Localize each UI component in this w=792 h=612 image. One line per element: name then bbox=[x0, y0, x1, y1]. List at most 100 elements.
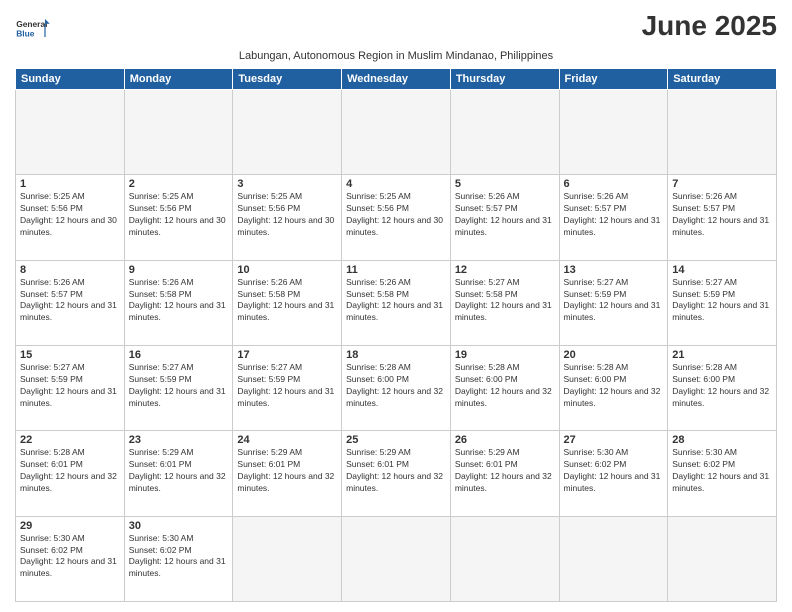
day-info: Sunrise: 5:28 AM Sunset: 6:01 PM Dayligh… bbox=[20, 447, 120, 495]
calendar-header-row: Sunday Monday Tuesday Wednesday Thursday… bbox=[16, 69, 777, 90]
calendar-cell: 8 Sunrise: 5:26 AM Sunset: 5:57 PM Dayli… bbox=[16, 260, 125, 345]
calendar-week-row: 15 Sunrise: 5:27 AM Sunset: 5:59 PM Dayl… bbox=[16, 345, 777, 430]
day-info: Sunrise: 5:25 AM Sunset: 5:56 PM Dayligh… bbox=[20, 191, 120, 239]
sunset-label: Sunset: 6:01 PM bbox=[237, 459, 300, 469]
sunset-label: Sunset: 6:02 PM bbox=[672, 459, 735, 469]
day-number: 15 bbox=[20, 349, 120, 361]
day-info: Sunrise: 5:28 AM Sunset: 6:00 PM Dayligh… bbox=[564, 362, 664, 410]
subtitle: Labungan, Autonomous Region in Muslim Mi… bbox=[15, 50, 777, 62]
sunset-label: Sunset: 5:56 PM bbox=[20, 203, 83, 213]
calendar-cell: 30 Sunrise: 5:30 AM Sunset: 6:02 PM Dayl… bbox=[124, 516, 233, 601]
sunset-label: Sunset: 5:58 PM bbox=[346, 289, 409, 299]
calendar-week-row: 1 Sunrise: 5:25 AM Sunset: 5:56 PM Dayli… bbox=[16, 175, 777, 260]
day-info: Sunrise: 5:26 AM Sunset: 5:57 PM Dayligh… bbox=[455, 191, 555, 239]
col-tuesday: Tuesday bbox=[233, 69, 342, 90]
sunrise-label: Sunrise: 5:27 AM bbox=[20, 362, 85, 372]
day-number: 24 bbox=[237, 434, 337, 446]
sunrise-label: Sunrise: 5:26 AM bbox=[346, 277, 411, 287]
day-info: Sunrise: 5:30 AM Sunset: 6:02 PM Dayligh… bbox=[20, 533, 120, 581]
sunset-label: Sunset: 5:58 PM bbox=[237, 289, 300, 299]
calendar-cell: 27 Sunrise: 5:30 AM Sunset: 6:02 PM Dayl… bbox=[559, 431, 668, 516]
sunrise-label: Sunrise: 5:27 AM bbox=[564, 277, 629, 287]
sunset-label: Sunset: 5:59 PM bbox=[129, 374, 192, 384]
daylight-label: Daylight: 12 hours and 32 minutes. bbox=[455, 471, 552, 493]
calendar-week-row bbox=[16, 90, 777, 175]
daylight-label: Daylight: 12 hours and 31 minutes. bbox=[129, 300, 226, 322]
calendar-cell: 24 Sunrise: 5:29 AM Sunset: 6:01 PM Dayl… bbox=[233, 431, 342, 516]
day-number: 22 bbox=[20, 434, 120, 446]
calendar-cell: 23 Sunrise: 5:29 AM Sunset: 6:01 PM Dayl… bbox=[124, 431, 233, 516]
day-info: Sunrise: 5:26 AM Sunset: 5:58 PM Dayligh… bbox=[346, 277, 446, 325]
sunset-label: Sunset: 6:01 PM bbox=[455, 459, 518, 469]
calendar-cell: 29 Sunrise: 5:30 AM Sunset: 6:02 PM Dayl… bbox=[16, 516, 125, 601]
sunrise-label: Sunrise: 5:27 AM bbox=[129, 362, 194, 372]
calendar-cell bbox=[124, 90, 233, 175]
calendar-cell bbox=[233, 90, 342, 175]
daylight-label: Daylight: 12 hours and 32 minutes. bbox=[564, 386, 661, 408]
calendar-cell: 11 Sunrise: 5:26 AM Sunset: 5:58 PM Dayl… bbox=[342, 260, 451, 345]
calendar-week-row: 29 Sunrise: 5:30 AM Sunset: 6:02 PM Dayl… bbox=[16, 516, 777, 601]
sunrise-label: Sunrise: 5:29 AM bbox=[129, 447, 194, 457]
sunset-label: Sunset: 5:56 PM bbox=[346, 203, 409, 213]
page: General Blue June 2025 Labungan, Autonom… bbox=[0, 0, 792, 612]
sunset-label: Sunset: 6:00 PM bbox=[672, 374, 735, 384]
sunset-label: Sunset: 5:56 PM bbox=[129, 203, 192, 213]
sunrise-label: Sunrise: 5:26 AM bbox=[564, 191, 629, 201]
day-info: Sunrise: 5:29 AM Sunset: 6:01 PM Dayligh… bbox=[455, 447, 555, 495]
logo-svg: General Blue bbox=[15, 10, 51, 46]
day-info: Sunrise: 5:26 AM Sunset: 5:58 PM Dayligh… bbox=[129, 277, 229, 325]
day-number: 23 bbox=[129, 434, 229, 446]
calendar-cell: 4 Sunrise: 5:25 AM Sunset: 5:56 PM Dayli… bbox=[342, 175, 451, 260]
day-info: Sunrise: 5:30 AM Sunset: 6:02 PM Dayligh… bbox=[564, 447, 664, 495]
day-number: 18 bbox=[346, 349, 446, 361]
day-number: 2 bbox=[129, 178, 229, 190]
sunrise-label: Sunrise: 5:25 AM bbox=[20, 191, 85, 201]
daylight-label: Daylight: 12 hours and 31 minutes. bbox=[564, 471, 661, 493]
day-info: Sunrise: 5:25 AM Sunset: 5:56 PM Dayligh… bbox=[237, 191, 337, 239]
col-saturday: Saturday bbox=[668, 69, 777, 90]
day-info: Sunrise: 5:29 AM Sunset: 6:01 PM Dayligh… bbox=[346, 447, 446, 495]
sunrise-label: Sunrise: 5:28 AM bbox=[672, 362, 737, 372]
daylight-label: Daylight: 12 hours and 31 minutes. bbox=[237, 386, 334, 408]
calendar-cell: 19 Sunrise: 5:28 AM Sunset: 6:00 PM Dayl… bbox=[450, 345, 559, 430]
daylight-label: Daylight: 12 hours and 30 minutes. bbox=[129, 215, 226, 237]
daylight-label: Daylight: 12 hours and 31 minutes. bbox=[672, 215, 769, 237]
sunset-label: Sunset: 6:01 PM bbox=[346, 459, 409, 469]
day-number: 11 bbox=[346, 264, 446, 276]
sunrise-label: Sunrise: 5:28 AM bbox=[346, 362, 411, 372]
sunset-label: Sunset: 5:57 PM bbox=[455, 203, 518, 213]
calendar-cell: 6 Sunrise: 5:26 AM Sunset: 5:57 PM Dayli… bbox=[559, 175, 668, 260]
day-info: Sunrise: 5:27 AM Sunset: 5:58 PM Dayligh… bbox=[455, 277, 555, 325]
calendar-cell: 26 Sunrise: 5:29 AM Sunset: 6:01 PM Dayl… bbox=[450, 431, 559, 516]
day-info: Sunrise: 5:27 AM Sunset: 5:59 PM Dayligh… bbox=[20, 362, 120, 410]
daylight-label: Daylight: 12 hours and 32 minutes. bbox=[455, 386, 552, 408]
calendar-cell: 3 Sunrise: 5:25 AM Sunset: 5:56 PM Dayli… bbox=[233, 175, 342, 260]
sunrise-label: Sunrise: 5:29 AM bbox=[346, 447, 411, 457]
day-number: 29 bbox=[20, 520, 120, 532]
day-info: Sunrise: 5:26 AM Sunset: 5:58 PM Dayligh… bbox=[237, 277, 337, 325]
day-info: Sunrise: 5:26 AM Sunset: 5:57 PM Dayligh… bbox=[672, 191, 772, 239]
sunrise-label: Sunrise: 5:28 AM bbox=[455, 362, 520, 372]
sunset-label: Sunset: 5:58 PM bbox=[455, 289, 518, 299]
sunrise-label: Sunrise: 5:28 AM bbox=[20, 447, 85, 457]
month-title: June 2025 bbox=[642, 10, 777, 42]
sunset-label: Sunset: 6:01 PM bbox=[20, 459, 83, 469]
day-info: Sunrise: 5:29 AM Sunset: 6:01 PM Dayligh… bbox=[129, 447, 229, 495]
day-number: 27 bbox=[564, 434, 664, 446]
day-info: Sunrise: 5:27 AM Sunset: 5:59 PM Dayligh… bbox=[672, 277, 772, 325]
sunrise-label: Sunrise: 5:30 AM bbox=[129, 533, 194, 543]
sunset-label: Sunset: 5:58 PM bbox=[129, 289, 192, 299]
sunset-label: Sunset: 5:59 PM bbox=[237, 374, 300, 384]
sunset-label: Sunset: 6:01 PM bbox=[129, 459, 192, 469]
day-number: 10 bbox=[237, 264, 337, 276]
day-number: 21 bbox=[672, 349, 772, 361]
calendar-cell bbox=[450, 516, 559, 601]
sunrise-label: Sunrise: 5:25 AM bbox=[237, 191, 302, 201]
calendar-cell: 9 Sunrise: 5:26 AM Sunset: 5:58 PM Dayli… bbox=[124, 260, 233, 345]
daylight-label: Daylight: 12 hours and 31 minutes. bbox=[20, 300, 117, 322]
daylight-label: Daylight: 12 hours and 32 minutes. bbox=[672, 386, 769, 408]
calendar-cell bbox=[450, 90, 559, 175]
sunrise-label: Sunrise: 5:27 AM bbox=[455, 277, 520, 287]
col-sunday: Sunday bbox=[16, 69, 125, 90]
sunrise-label: Sunrise: 5:26 AM bbox=[20, 277, 85, 287]
